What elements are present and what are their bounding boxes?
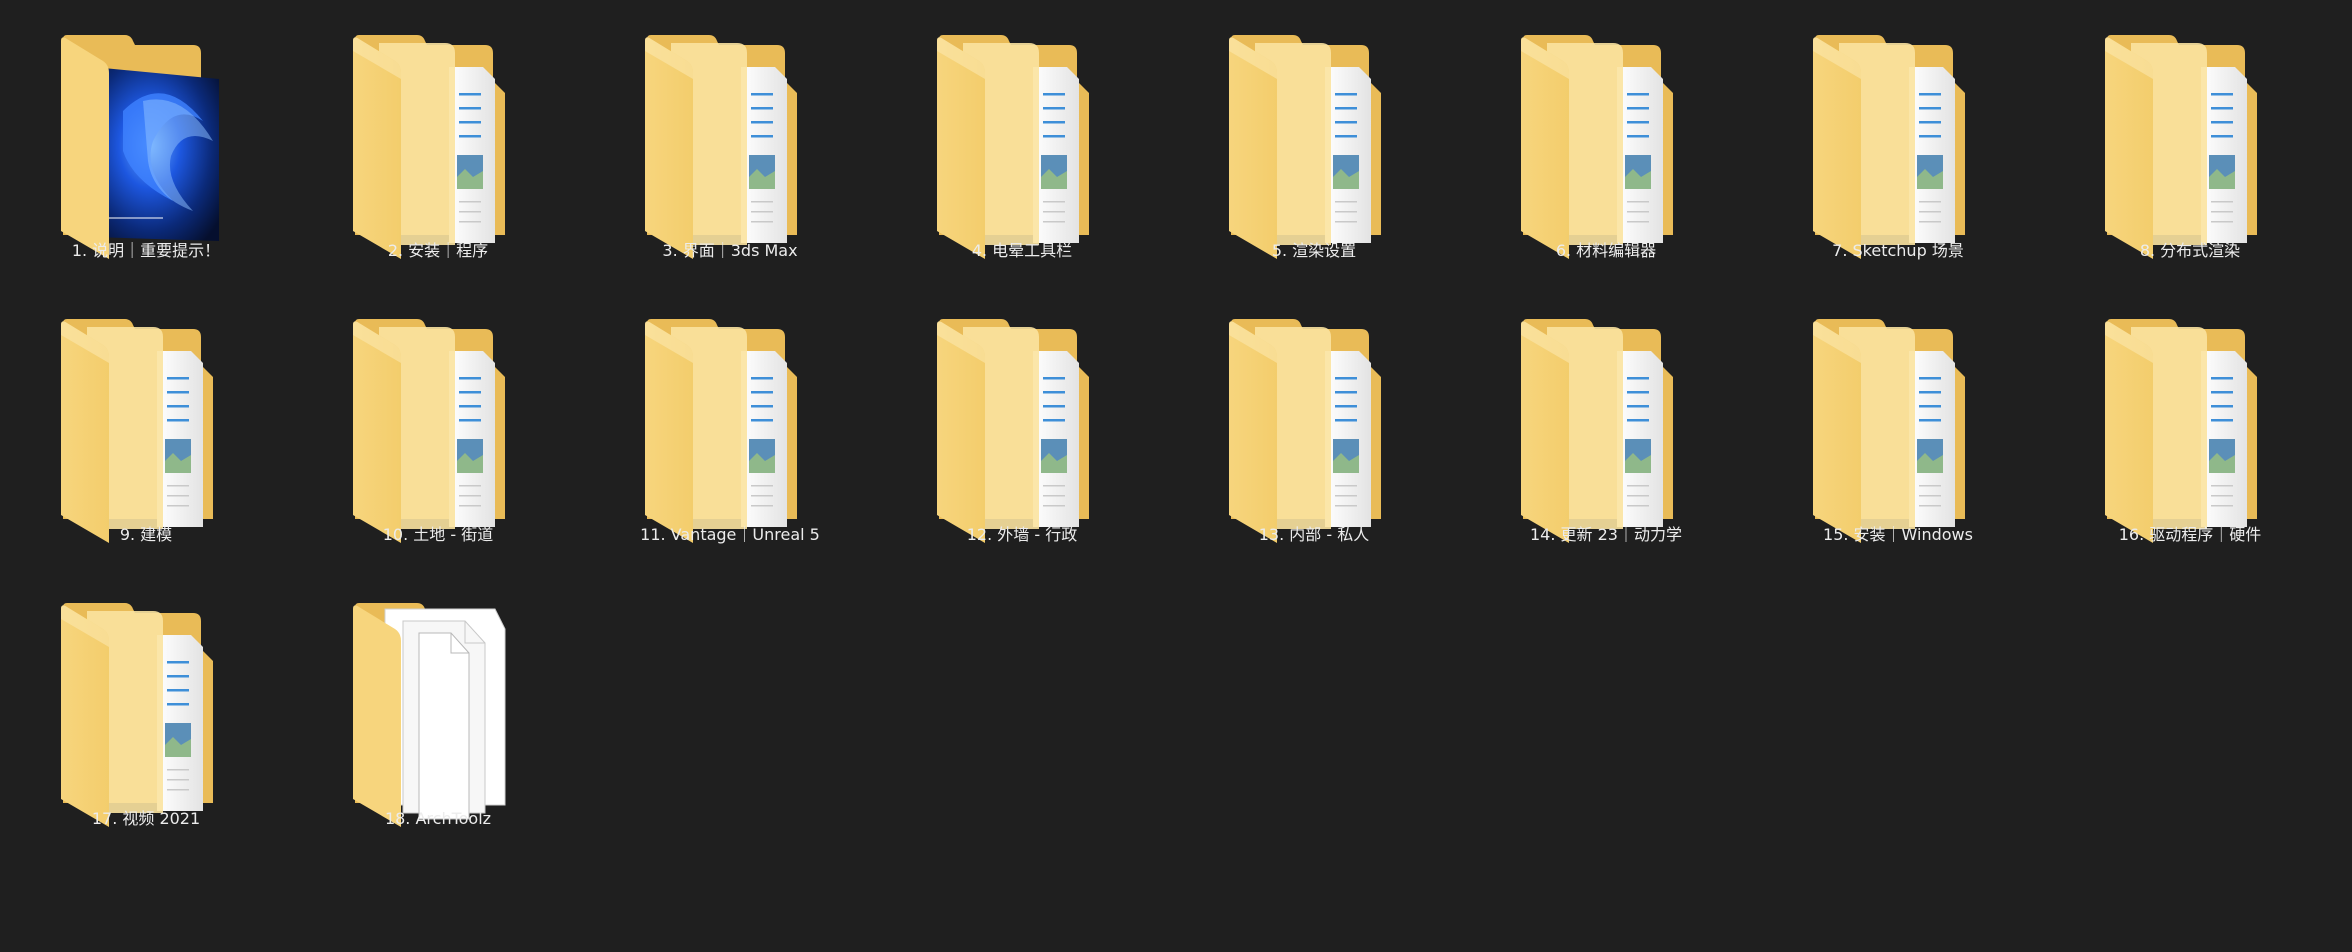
folder-item[interactable]: 15. 安装｜Windows (1752, 291, 2044, 571)
folder-icon (1813, 319, 1965, 543)
folder-item[interactable]: 18. ArchToolz (292, 575, 584, 855)
folder-item[interactable]: 14. 更新 23｜动力学 (1460, 291, 1752, 571)
folder-label: 11. Vantage｜Unreal 5 (640, 525, 820, 544)
folder-label: 9. 建模 (119, 525, 173, 544)
folder-item[interactable]: 4. 电晕工具栏 (876, 7, 1168, 287)
folder-icon (937, 35, 1089, 260)
folder-item[interactable]: 11. Vantage｜Unreal 5 (584, 291, 876, 571)
folder-label: 6. 材料编辑器 (1555, 241, 1657, 260)
folder-label: 13. 内部 - 私人 (1258, 525, 1370, 544)
folder-icon (645, 35, 797, 260)
folder-pages-icon (353, 603, 506, 827)
folder-icon (1813, 35, 1965, 260)
folder-item[interactable]: 6. 材料编辑器 (1460, 7, 1752, 287)
folder-item[interactable]: 2. 安装｜程序 (292, 7, 584, 287)
folder-label: 4. 电晕工具栏 (971, 241, 1073, 260)
folder-icon (2105, 35, 2257, 260)
folder-icon (1229, 35, 1381, 260)
folder-item[interactable]: 16. 驱动程序｜硬件 (2044, 291, 2336, 571)
folder-item[interactable]: 17. 视频 2021 (0, 575, 292, 855)
folder-item[interactable]: 9. 建模 (0, 291, 292, 571)
folder-label: 16. 驱动程序｜硬件 (2118, 525, 2262, 544)
folder-item[interactable]: 12. 外墙 - 行政 (876, 291, 1168, 571)
folder-item[interactable]: 5. 渲染设置 (1168, 7, 1460, 287)
folder-label: 8. 分布式渲染 (2139, 241, 2241, 260)
folder-item[interactable]: 13. 内部 - 私人 (1168, 291, 1460, 571)
folder-icon (2105, 319, 2257, 543)
folder-icon (1521, 35, 1673, 260)
folder-label: 1. 说明｜重要提示！ (71, 241, 221, 260)
folder-icon (937, 319, 1089, 543)
folder-item[interactable]: 1. 说明｜重要提示！ (0, 7, 292, 287)
folder-item[interactable]: 7. Sketchup 场景 (1752, 7, 2044, 287)
folder-icon (1229, 319, 1381, 543)
folder-icon (1521, 319, 1673, 543)
folder-label: 15. 安装｜Windows (1823, 525, 1973, 544)
folder-label: 7. Sketchup 场景 (1832, 241, 1964, 260)
folder-label: 3. 界面｜3ds Max (662, 241, 798, 260)
folder-label: 14. 更新 23｜动力学 (1530, 525, 1682, 544)
folder-item[interactable]: 10. 土地 - 街道 (292, 291, 584, 571)
folder-label: 12. 外墙 - 行政 (966, 525, 1078, 544)
folder-wallpaper-icon (61, 35, 219, 260)
folder-icon (645, 319, 797, 543)
folder-label: 10. 土地 - 街道 (382, 525, 494, 544)
folder-icon (353, 35, 505, 260)
folder-icon (61, 603, 213, 827)
folder-item[interactable]: 3. 界面｜3ds Max (584, 7, 876, 287)
folder-label: 2. 安装｜程序 (387, 241, 489, 260)
folder-grid: 1. 说明｜重要提示！ 2. 安装｜程序 3. 界面｜3ds Max 4. 电晕… (0, 0, 2352, 952)
folder-label: 17. 视频 2021 (91, 809, 201, 828)
folder-icon (61, 319, 213, 543)
folder-item[interactable]: 8. 分布式渲染 (2044, 7, 2336, 287)
folder-icon (353, 319, 505, 543)
folder-label: 18. ArchToolz (384, 809, 492, 828)
folder-label: 5. 渲染设置 (1271, 241, 1357, 260)
